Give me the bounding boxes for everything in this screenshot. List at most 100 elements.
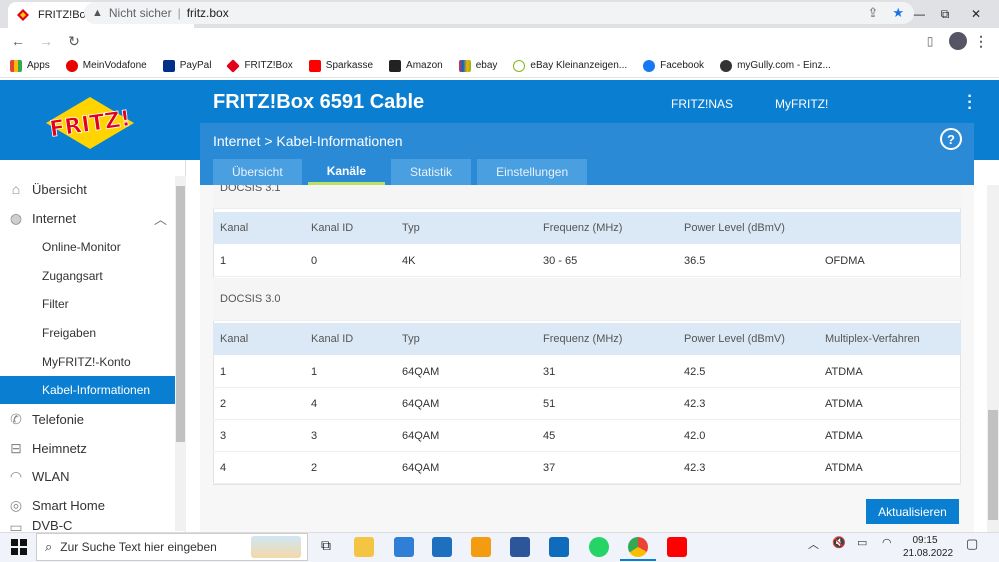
aktualisieren-button[interactable]: Aktualisieren [866,499,959,524]
globe-icon: ◍ [9,209,23,226]
whatsapp-icon[interactable] [589,537,609,557]
sparkasse-icon [308,59,321,72]
warning-icon: ▲ [92,7,103,19]
search-highlight-image [251,536,301,558]
fritz-icon [226,58,241,73]
sidebar-item-filter[interactable]: Filter [0,290,175,318]
chrome-icon[interactable] [628,537,648,557]
tab-statistik[interactable]: Statistik [391,159,472,185]
bookmark-facebook[interactable]: Facebook [643,59,704,72]
speaker-icon[interactable]: 🔇 [832,536,846,549]
sidebar-item-myfritz-konto[interactable]: MyFRITZ!-Konto [0,348,175,376]
sidebar-item-smart-home[interactable]: ◎ Smart Home [0,491,175,519]
sidebar-item-zugangsart[interactable]: Zugangsart [0,262,175,290]
share-icon[interactable]: ⇪ [867,5,878,21]
sidebar-item-freigaben[interactable]: Freigaben [0,319,175,347]
url-separator: | [177,6,181,20]
calendar-app-icon[interactable] [394,537,414,557]
sidebar-item-uebersicht[interactable]: ⌂ Übersicht [0,175,175,203]
page-scrollbar-thumb[interactable] [988,410,998,520]
forward-icon[interactable]: → [32,28,60,54]
help-icon[interactable]: ? [940,128,962,150]
sidebar-item-kabel-informationen[interactable]: Kabel-Informationen [0,376,175,404]
bookmark-apps[interactable]: Apps [10,59,50,72]
kleinanzeigen-icon [513,59,526,72]
tab-kanaele[interactable]: Kanäle [307,159,386,185]
youtube-icon[interactable] [667,537,687,557]
word-icon[interactable] [510,537,530,557]
table-row: 1 0 4K 30 - 65 36.5 OFDMA [213,245,961,277]
notification-icon[interactable]: ▢ [966,536,978,552]
bookmark-sparkasse[interactable]: Sparkasse [308,59,373,72]
fritz-logo[interactable]: FRITZ! [44,95,136,151]
task-view-icon[interactable]: ⧉ [316,537,336,557]
docsis30-title-row: DOCSIS 3.0 [213,278,961,321]
chevron-up-icon[interactable]: ︿ [154,209,167,228]
bookmark-ebay-kleinanzeigen[interactable]: eBay Kleinanzeigen... [513,59,627,72]
url-text: fritz.box [186,6,229,20]
battery-icon[interactable]: ▭ [857,536,867,549]
vlc-icon[interactable] [471,537,491,557]
profile-avatar[interactable] [946,30,970,52]
phone-icon: ✆ [10,410,22,427]
sidebar-item-wlan[interactable]: ◠ WLAN [0,462,175,490]
table-row: 2 4 64QAM 51 42.3 ATDMA [213,388,961,420]
fritznas-link[interactable]: FRITZ!NAS [671,97,733,111]
table-row: 1 1 64QAM 31 42.5 ATDMA [213,356,961,388]
vodafone-icon [65,59,78,72]
product-title: FRITZ!Box 6591 Cable [213,91,425,113]
sidebar-item-dvbc[interactable]: ▭ DVB-C [0,518,175,532]
table-row: 3 3 64QAM 45 42.0 ATDMA [213,420,961,452]
back-icon[interactable]: ← [4,28,32,54]
sidebar-item-online-monitor[interactable]: Online-Monitor [0,233,175,261]
network-icon: ⊟ [10,439,22,456]
close-window-button[interactable]: ✕ [953,0,999,28]
file-explorer-icon[interactable] [354,537,374,557]
bookmark-ebay[interactable]: ebay [458,59,497,72]
wifi-tray-icon[interactable]: ◠ [882,536,892,549]
sidebar-item-telefonie[interactable]: ✆ Telefonie [0,405,175,433]
docsis31-title-row: DOCSIS 3.1 [213,185,961,209]
bookmark-fritzbox[interactable]: FRITZ!Box [226,58,293,73]
taskbar-clock[interactable]: 09:15 21.08.2022 [903,534,953,560]
address-bar: ← → ↻ [0,28,999,54]
sidebar-item-heimnetz[interactable]: ⊟ Heimnetz [0,434,175,462]
reload-icon[interactable]: ↻ [60,28,88,54]
bookmark-mygully[interactable]: myGully.com - Einz... [720,59,831,72]
sidepanel-icon[interactable]: ▯ [922,30,938,52]
ebay-icon [458,59,471,72]
kebab-menu-icon[interactable]: · · · [966,89,974,117]
amazon-icon [389,59,402,72]
table-row: 4 2 64QAM 37 42.3 ATDMA [213,452,961,484]
breadcrumb: Internet > Kabel-Informationen [213,133,403,149]
store-icon[interactable] [432,537,452,557]
bookmark-meinvodafone[interactable]: MeinVodafone [65,59,147,72]
apps-grid-icon [10,59,22,72]
myfritz-link[interactable]: MyFRITZ! [775,97,828,111]
windows-start-icon[interactable] [11,539,27,555]
smart-home-icon: ◎ [9,496,23,513]
security-text: Nicht sicher [108,6,172,20]
active-app-indicator [620,559,656,561]
tray-chevron-icon[interactable]: ︿ [808,536,819,552]
bookmark-paypal[interactable]: PayPal [162,59,211,72]
fritz-favicon-icon [17,9,29,21]
docsis30-header-row: Kanal Kanal ID Typ Frequenz (MHz) Power … [213,323,961,355]
facebook-icon [643,59,656,72]
tab-einstellungen[interactable]: Einstellungen [477,159,588,185]
browser-menu-icon[interactable]: ⋮ [974,30,988,52]
sidebar-scrollbar-thumb[interactable] [176,186,185,442]
sidebar-item-internet[interactable]: ◍ Internet ︿ [0,204,175,232]
docsis31-header-row: Kanal Kanal ID Typ Frequenz (MHz) Power … [213,212,961,244]
svg-text:FRITZ!: FRITZ! [48,106,132,142]
paypal-icon [162,59,175,72]
tab-uebersicht[interactable]: Übersicht [213,159,302,185]
wifi-icon: ◠ [9,467,23,484]
search-icon: ⌕ [45,539,53,554]
bookmark-amazon[interactable]: Amazon [389,59,443,72]
url-field[interactable]: ▲ Nicht sicher | fritz.box ⇪ ★ [84,2,914,24]
mygully-icon [720,59,733,72]
bookmark-star-icon[interactable]: ★ [892,5,904,21]
outlook-icon[interactable] [549,537,569,557]
taskbar-search-input[interactable]: ⌕ Zur Suche Text hier eingeben [36,533,308,561]
